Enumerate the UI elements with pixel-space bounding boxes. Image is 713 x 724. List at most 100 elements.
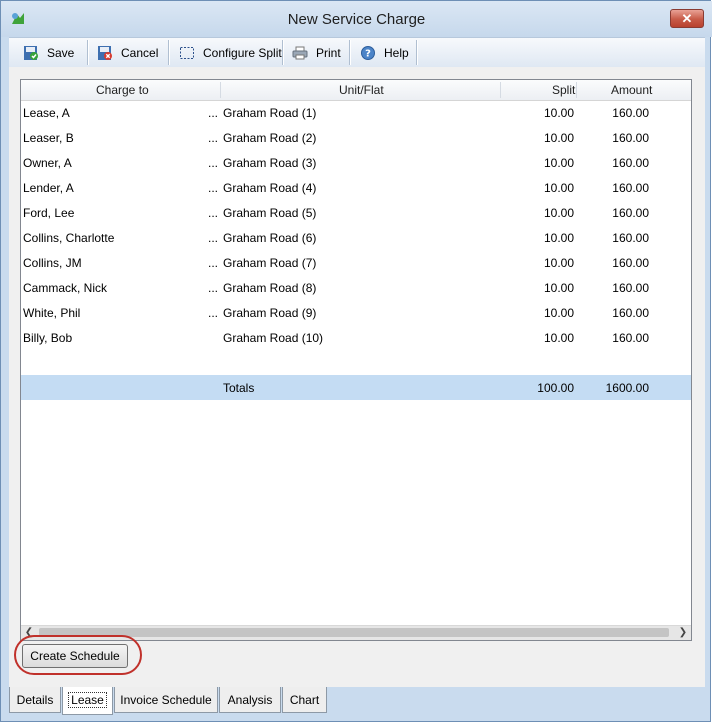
help-button[interactable]: ? Help bbox=[360, 41, 409, 64]
tab-chart[interactable]: Chart bbox=[282, 687, 327, 713]
amount-cell: 160.00 bbox=[612, 181, 649, 195]
table-row[interactable]: Lease, A ... Graham Road (1) 10.00 160.0… bbox=[21, 100, 691, 125]
toolbar-separator bbox=[87, 40, 89, 65]
table-row[interactable]: Billy, Bob Graham Road (10) 10.00 160.00 bbox=[21, 325, 691, 350]
charge-to-lookup-button[interactable]: ... bbox=[208, 231, 218, 245]
unit-cell: Graham Road (2) bbox=[223, 131, 317, 145]
grid-header: Charge to Unit/Flat Split Amount bbox=[21, 80, 691, 101]
charge-to-cell: Lease, A bbox=[23, 106, 70, 120]
title-bar[interactable]: New Service Charge ✕ bbox=[1, 1, 712, 37]
service-charge-grid[interactable]: Charge to Unit/Flat Split Amount Lease, … bbox=[20, 79, 692, 641]
amount-cell: 160.00 bbox=[612, 331, 649, 345]
amount-cell: 160.00 bbox=[612, 281, 649, 295]
tab-analysis[interactable]: Analysis bbox=[219, 687, 281, 713]
window-title: New Service Charge bbox=[287, 11, 426, 28]
charge-to-cell: Owner, A bbox=[23, 156, 72, 170]
charge-to-cell: White, Phil bbox=[23, 306, 81, 320]
save-button[interactable]: Save bbox=[23, 41, 74, 64]
amount-cell: 160.00 bbox=[612, 231, 649, 245]
tab-label: Invoice Schedule bbox=[120, 693, 212, 707]
configure-split-button[interactable]: Configure Split bbox=[179, 41, 282, 64]
split-cell: 10.00 bbox=[543, 231, 574, 245]
tab-invoice-schedule[interactable]: Invoice Schedule bbox=[114, 687, 218, 713]
split-cell: 10.00 bbox=[543, 331, 574, 345]
toolbar-separator bbox=[416, 40, 418, 65]
charge-to-cell: Cammack, Nick bbox=[23, 281, 108, 295]
table-row[interactable]: Owner, A ... Graham Road (3) 10.00 160.0… bbox=[21, 150, 691, 175]
split-cell: 10.00 bbox=[543, 156, 574, 170]
tab-label: Lease bbox=[68, 692, 107, 708]
charge-to-lookup-button[interactable]: ... bbox=[208, 131, 218, 145]
help-label: Help bbox=[384, 45, 409, 60]
charge-to-lookup-button[interactable]: ... bbox=[208, 306, 218, 320]
selection-icon bbox=[180, 46, 194, 59]
charge-to-lookup-button[interactable]: ... bbox=[208, 256, 218, 270]
totals-amount: 1600.00 bbox=[605, 381, 649, 395]
tab-details[interactable]: Details bbox=[9, 687, 61, 713]
printer-icon bbox=[292, 46, 308, 59]
tab-label: Chart bbox=[289, 693, 320, 707]
close-button[interactable]: ✕ bbox=[670, 9, 704, 28]
amount-cell: 160.00 bbox=[612, 206, 649, 220]
toolbar-separator bbox=[349, 40, 351, 65]
scrollbar-thumb[interactable] bbox=[39, 628, 669, 637]
cancel-label: Cancel bbox=[121, 45, 159, 60]
unit-cell: Graham Road (4) bbox=[223, 181, 317, 195]
table-row[interactable]: Collins, JM ... Graham Road (7) 10.00 16… bbox=[21, 250, 691, 275]
amount-cell: 160.00 bbox=[612, 131, 649, 145]
configure-split-label: Configure Split bbox=[203, 45, 282, 60]
create-schedule-button[interactable]: Create Schedule bbox=[22, 644, 128, 668]
column-header-charge-to[interactable]: Charge to bbox=[96, 83, 149, 97]
amount-cell: 160.00 bbox=[612, 156, 649, 170]
charge-to-cell: Lender, A bbox=[23, 181, 74, 195]
unit-cell: Graham Road (6) bbox=[223, 231, 317, 245]
charge-to-cell: Leaser, B bbox=[23, 131, 74, 145]
column-header-amount[interactable]: Amount bbox=[611, 83, 652, 97]
split-cell: 10.00 bbox=[543, 206, 574, 220]
unit-cell: Graham Road (3) bbox=[223, 156, 317, 170]
totals-label: Totals bbox=[223, 381, 255, 395]
table-row[interactable]: Leaser, B ... Graham Road (2) 10.00 160.… bbox=[21, 125, 691, 150]
totals-split: 100.00 bbox=[537, 381, 574, 395]
charge-to-lookup-button[interactable]: ... bbox=[208, 206, 218, 220]
print-button[interactable]: Print bbox=[292, 41, 341, 64]
split-cell: 10.00 bbox=[543, 131, 574, 145]
tab-label: Analysis bbox=[227, 693, 273, 707]
table-row[interactable]: Lender, A ... Graham Road (4) 10.00 160.… bbox=[21, 175, 691, 200]
scroll-right-icon[interactable]: ❯ bbox=[675, 626, 691, 640]
unit-cell: Graham Road (10) bbox=[223, 331, 324, 345]
charge-to-lookup-button[interactable]: ... bbox=[208, 106, 218, 120]
charge-to-cell: Collins, Charlotte bbox=[23, 231, 115, 245]
print-label: Print bbox=[316, 45, 341, 60]
charge-to-lookup-button[interactable]: ... bbox=[208, 156, 218, 170]
charge-to-lookup-button[interactable]: ... bbox=[208, 281, 218, 295]
totals-row: Totals 100.00 1600.00 bbox=[21, 375, 691, 400]
amount-cell: 160.00 bbox=[612, 106, 649, 120]
cancel-button[interactable]: Cancel bbox=[97, 41, 158, 64]
charge-to-cell: Collins, JM bbox=[23, 256, 82, 270]
amount-cell: 160.00 bbox=[612, 256, 649, 270]
unit-cell: Graham Road (8) bbox=[223, 281, 317, 295]
split-cell: 10.00 bbox=[543, 281, 574, 295]
split-cell: 10.00 bbox=[543, 306, 574, 320]
toolbar-separator bbox=[282, 40, 284, 65]
charge-to-lookup-button[interactable]: ... bbox=[208, 181, 218, 195]
column-header-unit[interactable]: Unit/Flat bbox=[339, 83, 384, 97]
table-row[interactable]: White, Phil ... Graham Road (9) 10.00 16… bbox=[21, 300, 691, 325]
service-charge-window: New Service Charge ✕ Save Cancel Configu… bbox=[0, 0, 712, 722]
toolbar-separator bbox=[168, 40, 170, 65]
unit-cell: Graham Road (7) bbox=[223, 256, 317, 270]
tab-lease[interactable]: Lease bbox=[62, 687, 113, 715]
column-divider bbox=[220, 82, 221, 98]
toolbar: Save Cancel Configure Split Print ? Help bbox=[9, 37, 705, 68]
table-row[interactable]: Ford, Lee ... Graham Road (5) 10.00 160.… bbox=[21, 200, 691, 225]
lease-tab-panel: Charge to Unit/Flat Split Amount Lease, … bbox=[9, 67, 705, 687]
cancel-icon bbox=[98, 45, 112, 60]
table-row[interactable]: Cammack, Nick ... Graham Road (8) 10.00 … bbox=[21, 275, 691, 300]
tab-strip: Details Lease Invoice Schedule Analysis … bbox=[9, 687, 705, 715]
save-icon bbox=[24, 45, 38, 60]
column-header-split[interactable]: Split bbox=[552, 83, 575, 97]
column-divider bbox=[500, 82, 501, 98]
table-row[interactable]: Collins, Charlotte ... Graham Road (6) 1… bbox=[21, 225, 691, 250]
unit-cell: Graham Road (9) bbox=[223, 306, 317, 320]
